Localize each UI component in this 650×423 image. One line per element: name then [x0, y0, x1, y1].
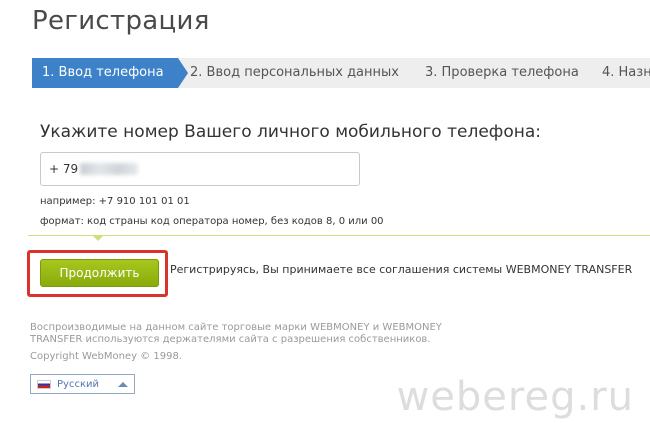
divider-notch — [92, 235, 104, 241]
phone-input[interactable]: + 79 — [40, 152, 360, 186]
language-label: Русский — [57, 378, 99, 390]
phone-heading: Укажите номер Вашего личного мобильного … — [40, 122, 541, 142]
language-select[interactable]: Русский — [30, 374, 135, 394]
registration-steps: 1. Ввод телефона 2. Ввод персональных да… — [32, 58, 650, 88]
watermark: webereg.ru — [396, 374, 634, 420]
copyright: Copyright WebMoney © 1998. — [30, 351, 182, 362]
step-personal-data: 2. Ввод персональных данных — [190, 65, 399, 80]
chevron-up-icon — [118, 381, 128, 387]
phone-format-hint: формат: код страны код оператора номер, … — [40, 216, 384, 227]
phone-input-value: + 79 — [49, 162, 79, 176]
page-title: Регистрация — [32, 6, 210, 36]
form-divider — [28, 235, 650, 236]
agreement-text: Регистрируясь, Вы принимаете все соглаше… — [170, 263, 633, 276]
phone-number-blurred — [80, 163, 139, 175]
step-phone-verification: 3. Проверка телефона — [425, 65, 579, 80]
continue-button[interactable]: Продолжить — [40, 259, 159, 287]
step-assignment: 4. Назн — [602, 65, 650, 80]
russia-flag-icon — [37, 379, 51, 389]
phone-example-hint: например: +7 910 101 01 01 — [40, 196, 190, 207]
step-phone-entry: 1. Ввод телефона — [32, 58, 188, 88]
trademark-notice: Воспроизводимые на данном сайте торговые… — [30, 322, 442, 345]
